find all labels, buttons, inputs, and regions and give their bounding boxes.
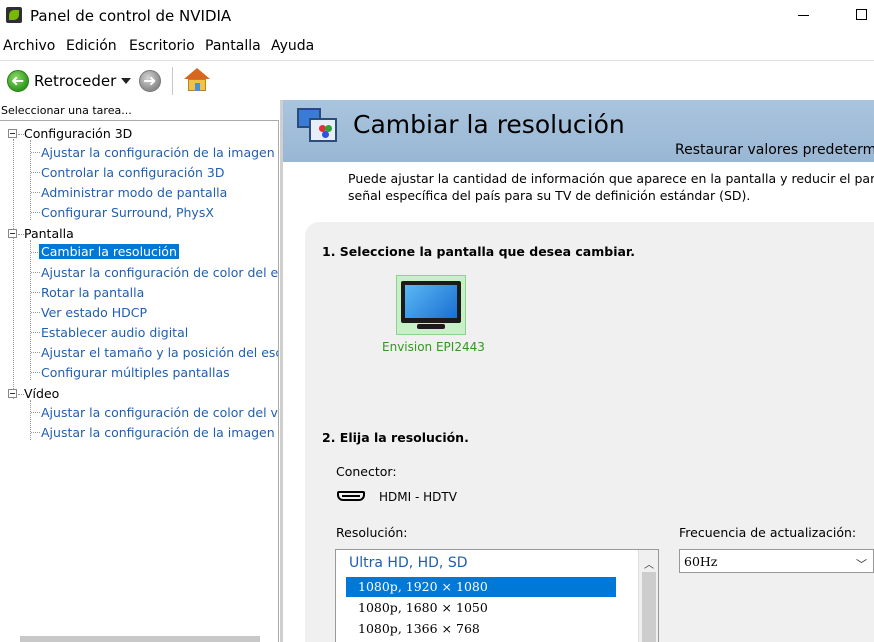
collapse-icon[interactable] [8,229,17,238]
menu-ayuda[interactable]: Ayuda [271,38,314,54]
toolbar: Retroceder [0,60,874,100]
collapse-icon[interactable] [8,389,17,398]
description-line-2: señal específica del país para su TV de … [348,188,751,203]
page-header: Cambiar la resolución Restaurar valores … [283,100,874,162]
tree-item-adjust-image-3d[interactable]: Ajustar la configuración de la imagen co… [41,145,278,160]
step1-title: 1. Seleccione la pantalla que desea camb… [322,244,636,259]
tree-horizontal-scrollbar[interactable] [20,636,260,642]
refresh-rate-select[interactable]: 60Hz ﹀ [679,549,874,573]
window-title: Panel de control de NVIDIA [30,7,232,25]
main-content: Cambiar la resolución Restaurar valores … [283,100,874,642]
hdmi-icon [337,491,365,501]
resolution-list-scrollbar[interactable]: ︿ [638,550,658,642]
tree-item-change-resolution[interactable]: Cambiar la resolución [39,244,179,259]
tree-item-surround-physx[interactable]: Configurar Surround, PhysX [41,205,214,220]
monitor-icon [401,281,461,323]
tree-group-3d[interactable]: Configuración 3D [24,126,132,141]
tree-item-video-color[interactable]: Ajustar la configuración de color del ví… [41,405,278,420]
display-name[interactable]: Envision EPI2443 [382,340,485,354]
collapse-icon[interactable] [8,129,17,138]
refresh-rate-label: Frecuencia de actualización: [679,525,857,540]
menu-pantalla[interactable]: Pantalla [205,38,261,54]
tree-item-desktop-color[interactable]: Ajustar la configuración de color del es… [41,265,278,280]
resolution-group-header: Ultra HD, HD, SD [349,555,468,571]
scrollbar-thumb[interactable] [642,572,656,642]
nvidia-app-icon [6,7,22,23]
menu-archivo[interactable]: Archivo [3,38,55,54]
tree-item-digital-audio[interactable]: Establecer audio digital [41,325,188,340]
back-button-label[interactable]: Retroceder [34,72,116,90]
toolbar-separator [172,67,173,95]
resolution-option[interactable]: 1080p, 1920 × 1080 [346,577,616,597]
title-bar: Panel de control de NVIDIA [0,0,874,32]
page-description: Puede ajustar la cantidad de información… [348,170,874,204]
menu-edicion[interactable]: Edición [66,38,117,54]
resolution-option[interactable]: 1080p, 1366 × 768 [346,619,616,639]
display-settings-icon [297,108,341,148]
tree-item-desktop-size[interactable]: Ajustar el tamaño y la posición del escr… [41,345,278,360]
minimize-icon[interactable] [798,15,809,16]
tree-item-video-image[interactable]: Ajustar la configuración de la imagen de [41,425,278,440]
connector-value: HDMI - HDTV [379,490,457,504]
refresh-rate-value: 60Hz [684,554,718,569]
resolution-list[interactable]: Ultra HD, HD, SD 1080p, 1920 × 1080 1080… [335,549,659,642]
page-title: Cambiar la resolución [353,110,625,139]
tree-group-display[interactable]: Pantalla [24,226,74,241]
resolution-label: Resolución: [336,525,408,540]
tree-item-control-3d[interactable]: Controlar la configuración 3D [41,165,225,180]
menu-bar: Archivo Edición Escritorio Pantalla Ayud… [0,36,874,58]
tree-item-multiple-displays[interactable]: Configurar múltiples pantallas [41,365,230,380]
forward-arrow-icon[interactable] [139,70,161,92]
tree-item-hdcp-status[interactable]: Ver estado HDCP [41,305,147,320]
task-panel-label: Seleccionar una tarea... [1,104,132,117]
restore-defaults-link[interactable]: Restaurar valores predetermi [675,142,874,158]
connector-label: Conector: [336,464,397,479]
tree-item-display-mode[interactable]: Administrar modo de pantalla [41,185,227,200]
resolution-option[interactable]: 1080p, 1680 × 1050 [346,598,616,618]
chevron-down-icon[interactable]: ﹀ [856,556,867,572]
chevron-up-icon[interactable]: ︿ [644,556,654,571]
menu-escritorio[interactable]: Escritorio [129,38,195,54]
home-icon[interactable] [184,68,210,92]
description-line-1: Puede ajustar la cantidad de información… [348,171,874,186]
step2-title: 2. Elija la resolución. [322,430,469,445]
task-tree: Configuración 3D Ajustar la configuració… [0,120,279,642]
tree-group-video[interactable]: Vídeo [24,386,59,401]
display-tile[interactable] [396,275,466,335]
tree-item-rotate-display[interactable]: Rotar la pantalla [41,285,144,300]
history-dropdown-icon[interactable] [121,78,131,84]
maximize-icon[interactable] [856,9,867,20]
back-arrow-icon[interactable] [7,70,29,92]
